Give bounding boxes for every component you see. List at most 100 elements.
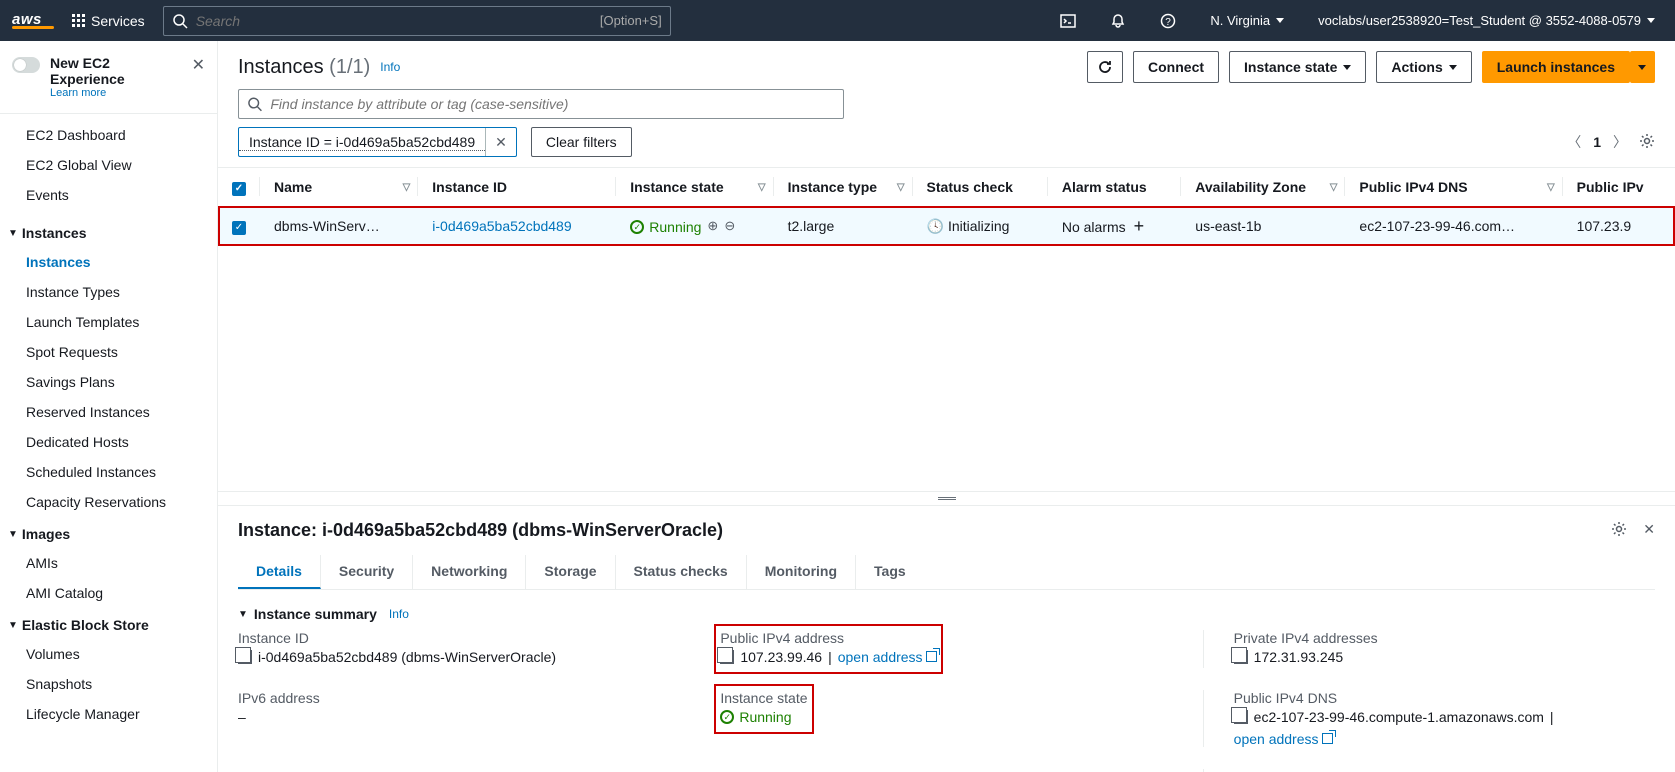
cell-dns: ec2-107-23-99-46.com… [1345,206,1562,246]
sidebar-item-lifecycle-manager[interactable]: Lifecycle Manager [0,699,217,729]
tab-tags[interactable]: Tags [856,555,924,589]
tab-security[interactable]: Security [321,555,413,589]
sidebar: New EC2 Experience Learn more ✕ EC2 Dash… [0,41,218,772]
help-icon: ? [1160,13,1176,29]
copy-icon[interactable] [1234,710,1248,724]
instance-summary-header[interactable]: ▼ Instance summary Info [238,590,1655,630]
sidebar-item-ami-catalog[interactable]: AMI Catalog [0,578,217,608]
sidebar-item-instances[interactable]: Instances [0,247,217,277]
page-header: Instances (1/1) Info Connect Instance st… [218,41,1675,89]
prev-page-button[interactable]: 〈 [1567,132,1581,152]
sidebar-item-savings-plans[interactable]: Savings Plans [0,367,217,397]
add-alarm-button[interactable]: + [1134,216,1145,236]
close-icon[interactable]: ✕ [192,55,205,75]
launch-instances-button[interactable]: Launch instances [1482,51,1630,83]
search-icon [172,13,188,29]
col-instance-id[interactable]: Instance ID [418,168,616,206]
copy-icon[interactable] [1234,650,1248,664]
col-name[interactable]: Name▽ [260,168,418,206]
cell-instance-id[interactable]: i-0d469a5ba52cbd489 [432,218,571,234]
launch-instances-menu[interactable] [1630,51,1655,83]
new-experience-toggle[interactable] [12,57,40,73]
actions-button[interactable]: Actions [1376,51,1471,83]
tab-storage[interactable]: Storage [526,555,615,589]
cell-az: us-east-1b [1181,206,1345,246]
settings-button[interactable] [1639,133,1655,152]
cell-alarm: No alarms+ [1048,206,1181,246]
external-link-icon [926,651,937,662]
sidebar-item-capacity-reservations[interactable]: Capacity Reservations [0,487,217,517]
zoom-out-icon[interactable]: ⊖ [724,218,735,233]
open-address-link[interactable]: open address [1234,731,1334,747]
global-search[interactable]: [Option+S] [163,6,671,36]
col-public-dns[interactable]: Public IPv4 DNS▽ [1345,168,1562,206]
remove-filter-button[interactable]: ✕ [485,128,516,156]
col-alarm-status[interactable]: Alarm status [1048,168,1181,206]
cell-name: dbms-WinServ… [260,206,418,246]
sidebar-item-instance-types[interactable]: Instance Types [0,277,217,307]
sidebar-header-images[interactable]: ▼Images [0,517,217,548]
col-availability-zone[interactable]: Availability Zone▽ [1181,168,1345,206]
cloudshell-button[interactable] [1052,13,1084,29]
zoom-in-icon[interactable]: ⊕ [707,218,718,233]
detail-panel: Instance: i-0d469a5ba52cbd489 (dbms-WinS… [218,505,1675,772]
field-public-ipv4: Public IPv4 address 107.23.99.46 | open … [720,630,1172,668]
sidebar-header-instances[interactable]: ▼Instances [0,216,217,247]
sidebar-item-snapshots[interactable]: Snapshots [0,669,217,699]
sidebar-item-events[interactable]: Events [0,180,217,210]
sidebar-item-spot-requests[interactable]: Spot Requests [0,337,217,367]
close-panel-button[interactable]: ✕ [1643,521,1655,540]
clear-filters-button[interactable]: Clear filters [531,127,632,157]
sidebar-item-launch-templates[interactable]: Launch Templates [0,307,217,337]
sidebar-item-ec2-global-view[interactable]: EC2 Global View [0,150,217,180]
copy-icon[interactable] [238,650,252,664]
sidebar-item-reserved-instances[interactable]: Reserved Instances [0,397,217,427]
next-page-button[interactable]: 〉 [1613,132,1627,152]
row-checkbox[interactable] [232,221,246,235]
col-instance-state[interactable]: Instance state▽ [616,168,773,206]
col-public-ip[interactable]: Public IPv [1563,168,1675,206]
col-status-check[interactable]: Status check [913,168,1048,206]
sidebar-item-scheduled-instances[interactable]: Scheduled Instances [0,457,217,487]
aws-logo[interactable]: aws [12,12,54,29]
sidebar-item-ec2-dashboard[interactable]: EC2 Dashboard [0,120,217,150]
search-icon [247,96,262,112]
select-all-checkbox[interactable] [232,182,246,196]
detail-title: Instance: i-0d469a5ba52cbd489 (dbms-WinS… [238,520,723,541]
learn-more-link[interactable]: Learn more [50,87,182,99]
table-row[interactable]: dbms-WinServ… i-0d469a5ba52cbd489 Runnin… [218,206,1675,246]
region-selector[interactable]: N. Virginia [1202,13,1292,28]
filter-box[interactable] [238,89,844,119]
info-link[interactable]: Info [380,60,400,74]
paginator: 〈 1 〉 [1567,132,1655,152]
bell-icon [1110,13,1126,29]
services-menu[interactable]: Services [72,13,145,29]
sidebar-header-ebs[interactable]: ▼Elastic Block Store [0,608,217,639]
page-number: 1 [1593,134,1601,150]
gear-icon [1639,133,1655,149]
panel-splitter[interactable] [218,491,1675,505]
tab-details[interactable]: Details [238,555,321,589]
cloudshell-icon [1060,13,1076,29]
sidebar-item-volumes[interactable]: Volumes [0,639,217,669]
tab-status-checks[interactable]: Status checks [616,555,747,589]
cell-ip: 107.23.9 [1563,206,1675,246]
panel-settings-button[interactable] [1611,521,1627,540]
refresh-button[interactable] [1087,51,1123,83]
tab-networking[interactable]: Networking [413,555,526,589]
instance-state-button[interactable]: Instance state [1229,51,1366,83]
connect-button[interactable]: Connect [1133,51,1219,83]
sidebar-item-amis[interactable]: AMIs [0,548,217,578]
col-instance-type[interactable]: Instance type▽ [774,168,913,206]
help-button[interactable]: ? [1152,13,1184,29]
copy-icon[interactable] [720,650,734,664]
sidebar-item-dedicated-hosts[interactable]: Dedicated Hosts [0,427,217,457]
notifications-button[interactable] [1102,13,1134,29]
tab-monitoring[interactable]: Monitoring [747,555,856,589]
account-menu[interactable]: voclabs/user2538920=Test_Student @ 3552-… [1310,13,1663,28]
open-address-link[interactable]: open address [838,649,938,665]
search-input[interactable] [196,13,592,29]
filter-input[interactable] [270,96,835,112]
info-link[interactable]: Info [389,607,409,621]
cell-type: t2.large [774,206,913,246]
